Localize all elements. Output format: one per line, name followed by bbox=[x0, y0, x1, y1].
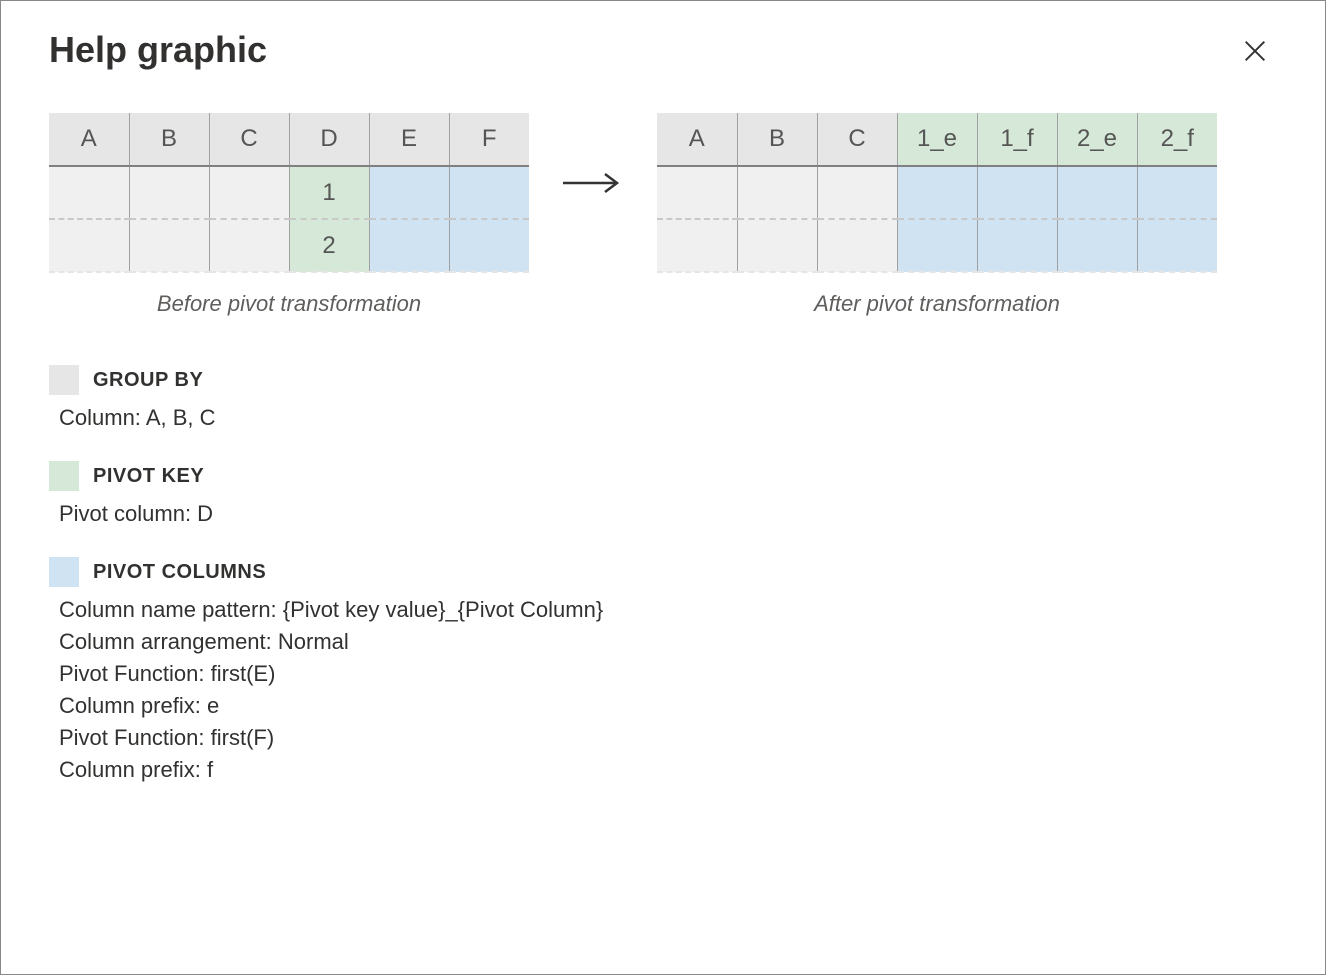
legend-pivotkey-line-0: Pivot column: D bbox=[59, 501, 1277, 527]
before-caption: Before pivot transformation bbox=[157, 291, 421, 317]
before-panel: ABCDEF 12 Before pivot transformation bbox=[49, 113, 529, 317]
legend-pivotkey: PIVOT KEY Pivot column: D bbox=[49, 461, 1277, 527]
after-cell-1-1 bbox=[737, 219, 817, 272]
legend-pivotcols-line-2: Pivot Function: first(E) bbox=[59, 661, 1277, 687]
legend-pivotcols-title: PIVOT COLUMNS bbox=[93, 561, 266, 584]
after-cell-0-4 bbox=[977, 166, 1057, 219]
before-cell-1-4 bbox=[369, 219, 449, 272]
before-header-5: F bbox=[449, 113, 529, 166]
before-table: ABCDEF 12 bbox=[49, 113, 529, 273]
after-caption: After pivot transformation bbox=[814, 291, 1060, 317]
swatch-blue bbox=[49, 557, 79, 587]
after-cell-0-3 bbox=[897, 166, 977, 219]
before-header-0: A bbox=[49, 113, 129, 166]
after-cell-0-6 bbox=[1137, 166, 1217, 219]
arrow-icon bbox=[561, 113, 625, 253]
after-cell-1-0 bbox=[657, 219, 737, 272]
before-header-1: B bbox=[129, 113, 209, 166]
close-icon bbox=[1241, 37, 1269, 65]
legend-groupby-title: GROUP BY bbox=[93, 369, 203, 392]
before-cell-1-2 bbox=[209, 219, 289, 272]
legend-pivotcols-line-3: Column prefix: e bbox=[59, 693, 1277, 719]
before-cell-1-5 bbox=[449, 219, 529, 272]
legend-groupby: GROUP BY Column: A, B, C bbox=[49, 365, 1277, 431]
after-header-4: 1_f bbox=[977, 113, 1057, 166]
before-header-4: E bbox=[369, 113, 449, 166]
before-cell-0-2 bbox=[209, 166, 289, 219]
after-header-1: B bbox=[737, 113, 817, 166]
legend-pivotcols-line-5: Column prefix: f bbox=[59, 757, 1277, 783]
legend-pivotcols-line-0: Column name pattern: {Pivot key value}_{… bbox=[59, 597, 1277, 623]
after-cell-0-1 bbox=[737, 166, 817, 219]
after-header-5: 2_e bbox=[1057, 113, 1137, 166]
legend-pivotcols-line-1: Column arrangement: Normal bbox=[59, 629, 1277, 655]
after-cell-0-5 bbox=[1057, 166, 1137, 219]
after-cell-1-6 bbox=[1137, 219, 1217, 272]
close-button[interactable] bbox=[1233, 29, 1277, 73]
before-cell-1-3: 2 bbox=[289, 219, 369, 272]
before-cell-0-3: 1 bbox=[289, 166, 369, 219]
dialog-header: Help graphic bbox=[49, 29, 1277, 73]
after-cell-1-4 bbox=[977, 219, 1057, 272]
after-cell-1-3 bbox=[897, 219, 977, 272]
dialog-title: Help graphic bbox=[49, 29, 267, 71]
swatch-grey bbox=[49, 365, 79, 395]
before-cell-0-4 bbox=[369, 166, 449, 219]
legend-pivotcols-line-4: Pivot Function: first(F) bbox=[59, 725, 1277, 751]
legend-pivotkey-title: PIVOT KEY bbox=[93, 465, 204, 488]
before-cell-0-5 bbox=[449, 166, 529, 219]
after-header-6: 2_f bbox=[1137, 113, 1217, 166]
after-cell-1-2 bbox=[817, 219, 897, 272]
after-header-3: 1_e bbox=[897, 113, 977, 166]
after-cell-0-2 bbox=[817, 166, 897, 219]
before-cell-1-0 bbox=[49, 219, 129, 272]
before-cell-1-1 bbox=[129, 219, 209, 272]
legend: GROUP BY Column: A, B, C PIVOT KEY Pivot… bbox=[49, 365, 1277, 783]
after-table: ABC1_e1_f2_e2_f bbox=[657, 113, 1217, 273]
help-dialog: Help graphic ABCDEF12 Before pivot trans… bbox=[0, 0, 1326, 975]
pivot-graphic: ABCDEF12 Before pivot transformation ABC… bbox=[49, 113, 1277, 317]
before-cell-0-0 bbox=[49, 166, 129, 219]
after-cell-1-5 bbox=[1057, 219, 1137, 272]
after-cell-0-0 bbox=[657, 166, 737, 219]
swatch-green bbox=[49, 461, 79, 491]
legend-pivotcols: PIVOT COLUMNS Column name pattern: {Pivo… bbox=[49, 557, 1277, 783]
after-panel: ABC1_e1_f2_e2_f After pivot transformati… bbox=[657, 113, 1217, 317]
before-header-2: C bbox=[209, 113, 289, 166]
before-header-3: D bbox=[289, 113, 369, 166]
before-cell-0-1 bbox=[129, 166, 209, 219]
after-header-0: A bbox=[657, 113, 737, 166]
after-header-2: C bbox=[817, 113, 897, 166]
legend-groupby-line-0: Column: A, B, C bbox=[59, 405, 1277, 431]
